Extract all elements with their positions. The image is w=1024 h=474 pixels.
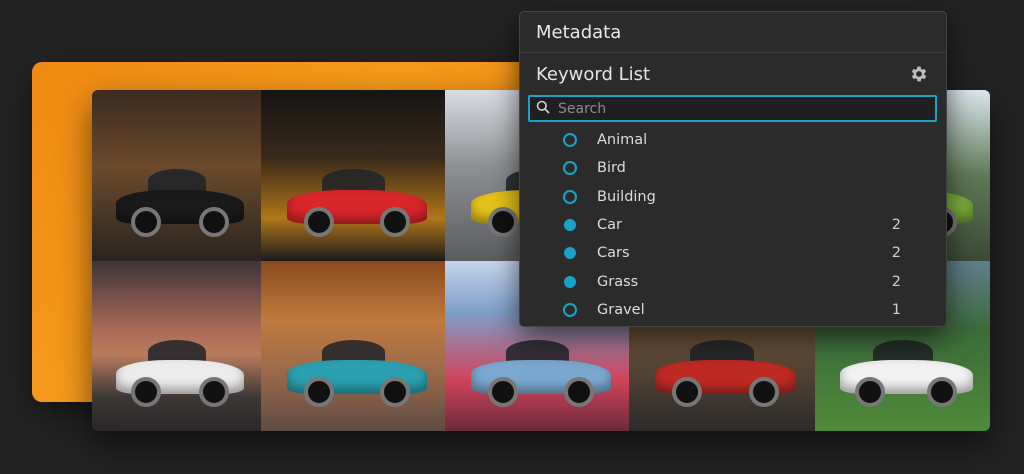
keyword-checkbox[interactable] <box>563 133 577 148</box>
keyword-checkbox[interactable] <box>563 189 577 204</box>
keyword-list: Animal Bird Building Car 2 Cars 2 Grass … <box>520 126 946 324</box>
keyword-checkbox[interactable] <box>563 161 577 176</box>
keyword-count: 2 <box>891 217 901 234</box>
keyword-count: 2 <box>891 245 901 262</box>
photo-red-porsche-gt3[interactable] <box>261 90 445 261</box>
gear-icon[interactable] <box>908 63 930 85</box>
car-silhouette <box>115 162 245 238</box>
keyword-item[interactable]: Building <box>520 183 946 211</box>
car-silhouette <box>839 332 973 408</box>
photo-black-classic-porsche[interactable] <box>92 90 261 261</box>
keyword-label: Grass <box>597 273 639 290</box>
keyword-item[interactable]: Gravel 1 <box>520 296 946 324</box>
keyword-list-title: Keyword List <box>536 63 651 85</box>
search-input[interactable] <box>556 99 935 118</box>
keyword-label: Car <box>597 217 622 234</box>
keyword-checkbox[interactable] <box>563 302 577 317</box>
keyword-count: 2 <box>891 273 901 290</box>
keyword-list-header: Keyword List <box>520 53 946 95</box>
keyword-label: Bird <box>597 160 626 177</box>
keyword-label: Gravel <box>597 301 645 318</box>
keyword-item[interactable]: Cars 2 <box>520 239 946 267</box>
metadata-panel: Metadata Keyword List Animal Bird <box>519 11 947 327</box>
keyword-item[interactable]: Grass 2 <box>520 267 946 295</box>
car-silhouette <box>115 332 245 408</box>
keyword-label: Cars <box>597 245 630 262</box>
car-silhouette <box>655 332 797 408</box>
photo-white-coupe-sunset[interactable] <box>92 261 261 431</box>
car-silhouette <box>286 162 427 238</box>
keyword-label: Animal <box>597 132 648 149</box>
search-icon <box>536 99 550 118</box>
keyword-checkbox[interactable] <box>564 247 576 260</box>
keyword-item[interactable]: Car 2 <box>520 211 946 239</box>
car-silhouette <box>470 332 611 408</box>
keyword-count: 1 <box>891 301 901 318</box>
keyword-item[interactable]: Bird <box>520 154 946 182</box>
search-field[interactable] <box>528 95 937 122</box>
car-silhouette <box>286 332 427 408</box>
keyword-checkbox[interactable] <box>564 275 576 288</box>
photo-blue-alpine-forest[interactable] <box>261 261 445 431</box>
keyword-item[interactable]: Animal <box>520 126 946 154</box>
panel-title: Metadata <box>520 12 946 53</box>
keyword-checkbox[interactable] <box>564 219 576 232</box>
keyword-label: Building <box>597 188 656 205</box>
